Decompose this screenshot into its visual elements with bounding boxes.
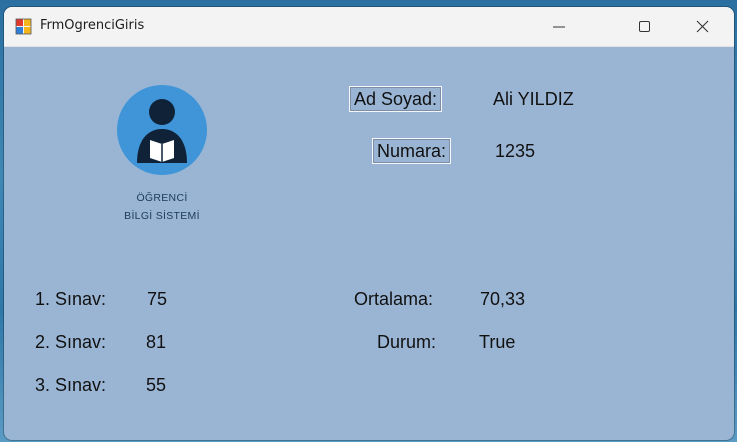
name-value: Ali YILDIZ [493, 89, 574, 109]
exam2-value: 81 [146, 332, 167, 352]
logo-title-line1: ÖĞRENCİ [136, 192, 188, 204]
name-label: Ad Soyad: [349, 86, 443, 112]
close-button[interactable] [680, 7, 726, 46]
app-window: FrmOgrenciGiris ÖĞRENCİ BİLGİ SİSTEMİ Ad… [4, 7, 734, 440]
title-bar[interactable]: FrmOgrenciGiris [4, 7, 734, 47]
number-label: Numara: [372, 138, 452, 164]
exam1-value: 75 [147, 289, 168, 309]
status-value: True [479, 332, 516, 352]
exam1-label: 1. Sınav: [35, 289, 107, 309]
minimize-button[interactable] [536, 7, 582, 46]
average-value: 70,33 [480, 289, 526, 309]
maximize-icon [639, 21, 650, 32]
average-label: Ortalama: [354, 289, 434, 309]
close-icon [696, 20, 709, 33]
window-title: FrmOgrenciGiris [40, 18, 145, 33]
number-value: 1235 [495, 141, 536, 161]
exam2-label: 2. Sınav: [35, 332, 107, 352]
exam3-label: 3. Sınav: [35, 375, 107, 395]
minimize-icon [553, 26, 565, 28]
logo-title-line2: BİLGİ SİSTEMİ [124, 210, 200, 222]
app-icon [15, 18, 32, 35]
maximize-button[interactable] [622, 7, 668, 46]
status-label: Durum: [377, 332, 437, 352]
exam3-value: 55 [146, 375, 167, 395]
student-reading-icon [117, 85, 207, 175]
